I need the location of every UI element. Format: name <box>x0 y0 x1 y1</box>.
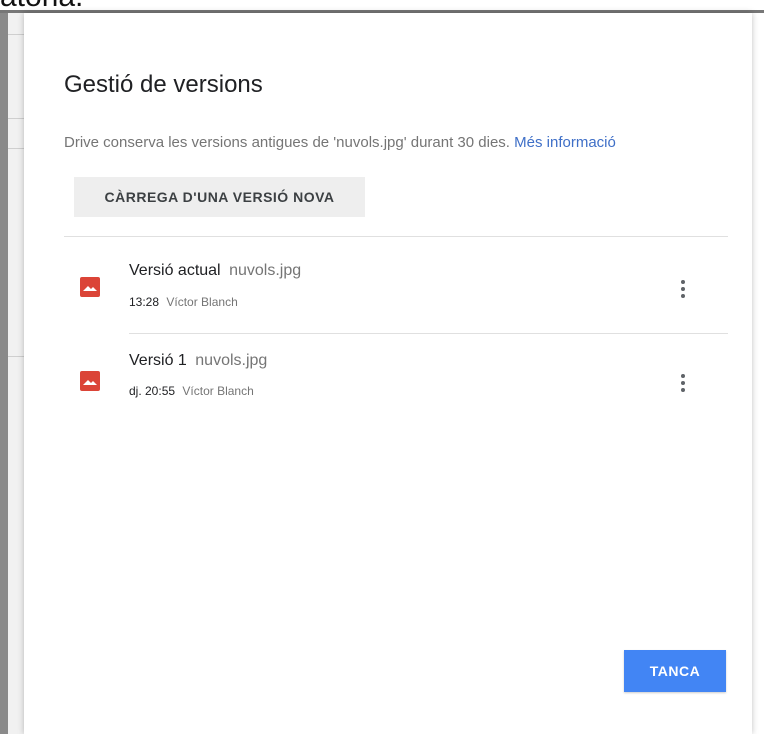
version-row-divider <box>129 333 728 334</box>
background-strip-line <box>8 148 24 149</box>
upload-new-version-button[interactable]: CÀRREGA D'UNA VERSIÓ NOVA <box>74 177 365 217</box>
more-vertical-icon <box>681 280 685 298</box>
screen: atòria. Gestió de versions Drive conserv… <box>0 0 764 734</box>
version-time: dj. 20:55 <box>129 384 176 398</box>
version-title: Versió 1 nuvols.jpg <box>129 351 267 371</box>
version-list-divider <box>64 236 728 237</box>
version-row-1: Versió 1 nuvols.jpg dj. 20:55 Víctor Bla… <box>64 343 729 439</box>
background-strip-line <box>8 34 24 35</box>
close-button[interactable]: TANCA <box>624 650 726 692</box>
background-cropped-text: atòria. <box>0 0 83 12</box>
image-file-icon <box>80 371 100 391</box>
more-options-button[interactable] <box>671 371 695 395</box>
version-file-name: nuvols.jpg <box>229 262 302 279</box>
version-label: Versió 1 <box>129 352 187 369</box>
background-strip-line <box>8 118 24 119</box>
version-author: Víctor Blanch <box>182 384 254 398</box>
dialog-title: Gestió de versions <box>64 71 263 98</box>
more-vertical-icon <box>681 374 685 392</box>
background-strip-line <box>8 356 24 357</box>
version-management-dialog: Gestió de versions Drive conserva les ve… <box>24 13 752 734</box>
more-info-link[interactable]: Més informació <box>514 134 616 151</box>
version-label: Versió actual <box>129 262 221 279</box>
version-file-name: nuvols.jpg <box>195 352 268 369</box>
description-text: Drive conserva les versions antigues de … <box>64 134 510 151</box>
background-strip <box>8 13 24 734</box>
version-meta: 13:28 Víctor Blanch <box>129 294 238 310</box>
version-meta: dj. 20:55 Víctor Blanch <box>129 383 254 399</box>
version-title: Versió actual nuvols.jpg <box>129 261 301 281</box>
background-left-edge <box>0 12 8 734</box>
more-options-button[interactable] <box>671 277 695 301</box>
version-row-current: Versió actual nuvols.jpg 13:28 Víctor Bl… <box>64 249 729 345</box>
version-time: 13:28 <box>129 295 160 309</box>
dialog-description: Drive conserva les versions antigues de … <box>64 133 616 153</box>
version-author: Víctor Blanch <box>166 295 238 309</box>
image-file-icon <box>80 277 100 297</box>
